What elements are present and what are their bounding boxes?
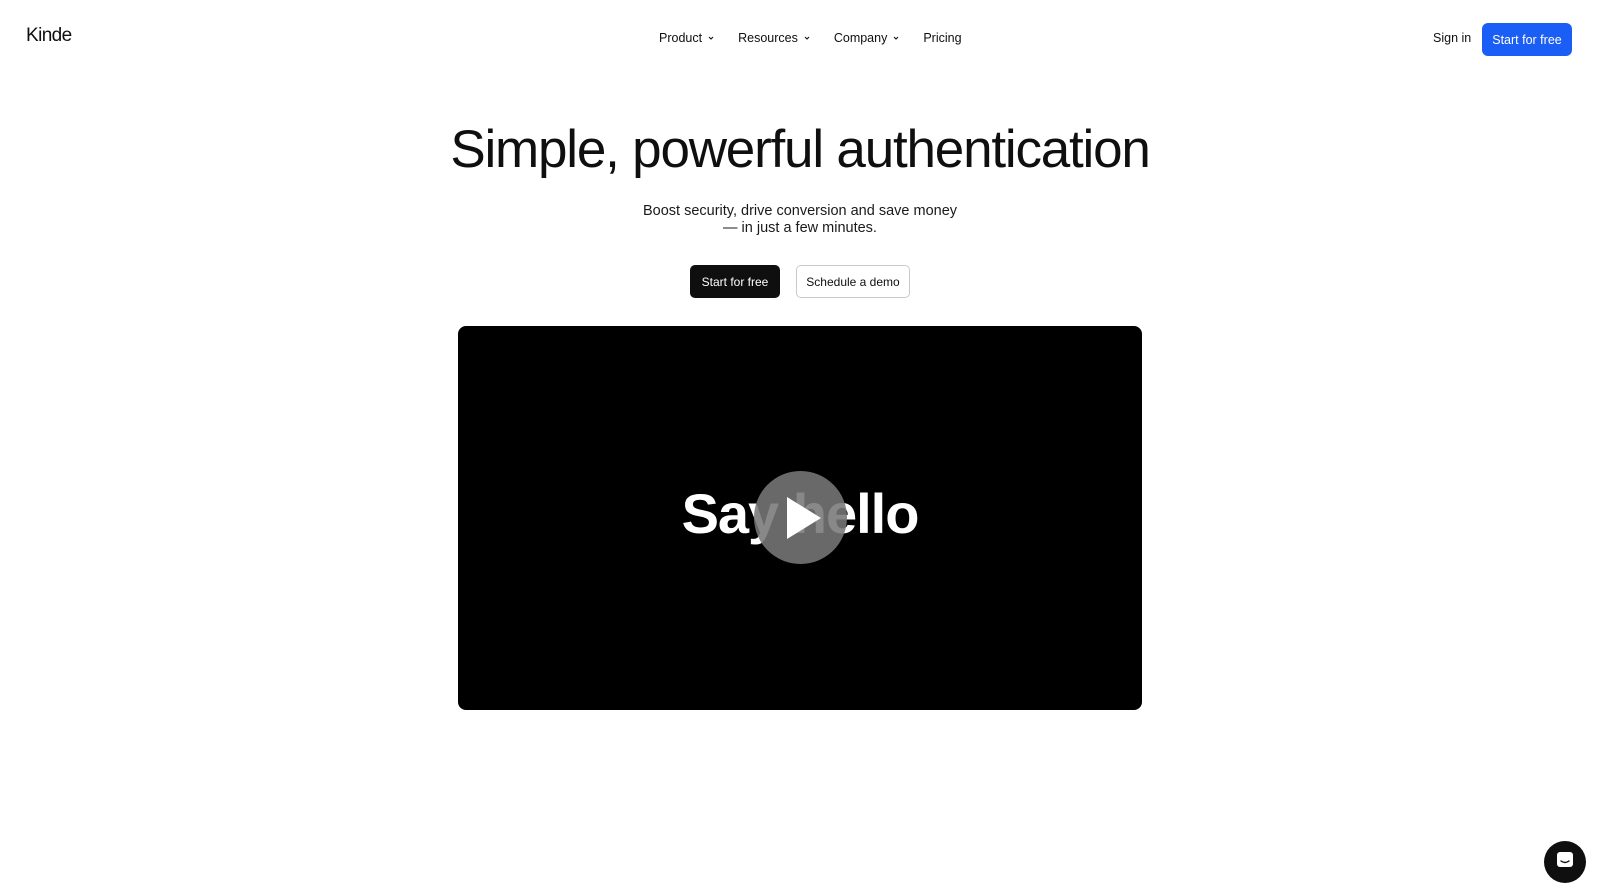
hero-cta-row: Start for free Schedule a demo (0, 265, 1600, 299)
nav-product[interactable]: Product (659, 31, 716, 45)
chat-icon (1555, 850, 1575, 875)
start-for-free-header-button[interactable]: Start for free (1482, 23, 1572, 56)
site-header: Kinde Product Resources Company Pricing … (0, 0, 1600, 80)
kinde-logo[interactable]: Kinde (26, 25, 72, 47)
nav-pricing-label: Pricing (923, 31, 962, 45)
hero-subtitle: Boost security, drive conversion and sav… (600, 203, 1000, 237)
nav-company[interactable]: Company (834, 31, 902, 45)
nav-product-label: Product (659, 31, 703, 45)
nav-resources-label: Resources (738, 31, 798, 45)
nav-resources[interactable]: Resources (738, 31, 812, 45)
chat-launcher-button[interactable] (1544, 841, 1586, 883)
hero-title: Simple, powerful authentication (450, 120, 1151, 179)
hero-subtitle-line-2: — in just a few minutes. (723, 220, 877, 236)
nav-company-label: Company (833, 31, 888, 45)
main-nav: Product Resources Company Pricing (659, 31, 962, 45)
chevron-down-icon (802, 33, 812, 43)
nav-pricing[interactable]: Pricing (923, 31, 961, 45)
chevron-down-icon (706, 33, 716, 43)
hero-subtitle-line-1: Boost security, drive conversion and sav… (642, 203, 958, 219)
play-button[interactable] (754, 471, 847, 564)
page: Kinde Product Resources Company Pricing … (0, 0, 1600, 896)
chevron-down-icon (891, 33, 901, 43)
video-player[interactable]: Say hello (458, 326, 1142, 710)
sign-in-link[interactable]: Sign in (1433, 31, 1471, 45)
start-for-free-button[interactable]: Start for free (690, 265, 780, 298)
schedule-demo-button[interactable]: Schedule a demo (796, 265, 910, 298)
play-icon (779, 495, 823, 541)
